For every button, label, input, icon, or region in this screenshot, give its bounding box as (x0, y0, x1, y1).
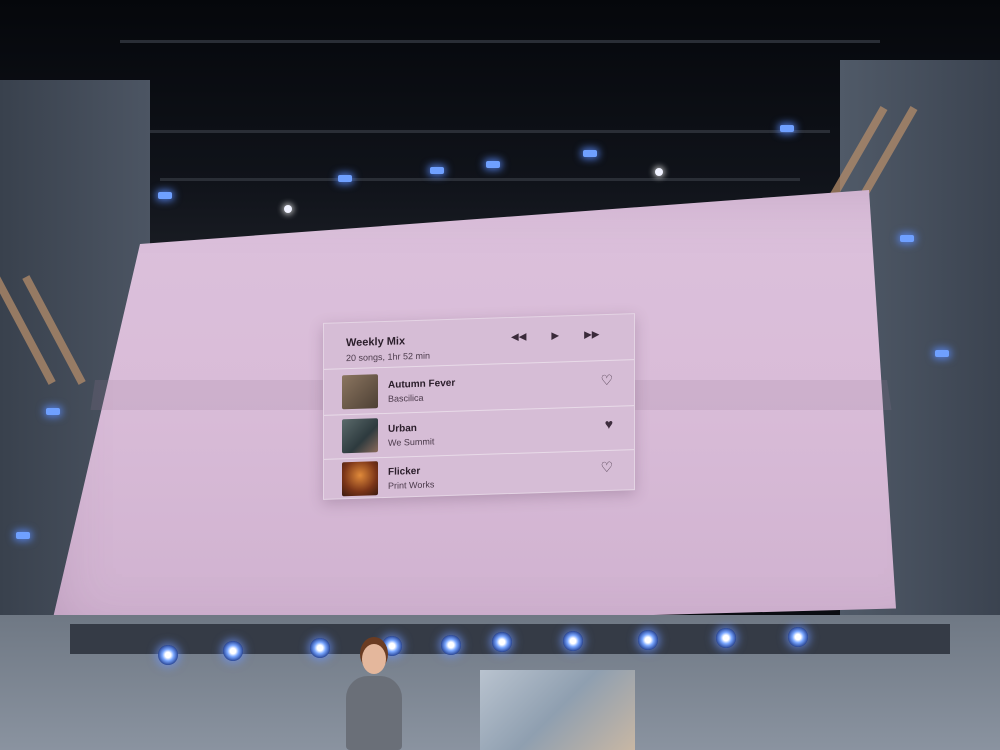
stage-light (492, 632, 512, 652)
stage-light (780, 125, 794, 132)
lighting-truss (120, 40, 880, 43)
song-row[interactable]: Urban We Summit ♥ (342, 411, 617, 454)
song-artist: Bascilica (388, 392, 424, 404)
stage-light (583, 150, 597, 157)
media-player-card: Weekly Mix 20 songs, 1hr 52 min ◀◀ ▶ ▶▶ … (323, 313, 635, 500)
heart-outline-icon[interactable]: ♡ (600, 459, 613, 476)
album-art (342, 461, 378, 497)
stage-light (655, 168, 663, 176)
fast-forward-icon[interactable]: ▶▶ (584, 329, 599, 340)
song-artist: Print Works (388, 479, 435, 491)
song-row[interactable]: Autumn Fever Bascilica ♡ (342, 367, 617, 410)
stage-light (158, 192, 172, 199)
lighting-truss (150, 130, 830, 133)
playback-controls: ◀◀ ▶ ▶▶ (511, 329, 599, 343)
song-title: Flicker (388, 465, 421, 478)
stage-light (486, 161, 500, 168)
stage-light (158, 645, 178, 665)
heart-filled-icon[interactable]: ♥ (605, 416, 613, 432)
player-header: Weekly Mix 20 songs, 1hr 52 min (346, 335, 431, 364)
stage-light (638, 630, 658, 650)
rewind-icon[interactable]: ◀◀ (511, 332, 526, 343)
stage-light (16, 532, 30, 539)
stage-light (223, 641, 243, 661)
heart-outline-icon[interactable]: ♡ (600, 372, 613, 389)
song-artist: We Summit (388, 436, 435, 448)
stage-light (900, 235, 914, 242)
stage-artwork (480, 670, 635, 750)
presenter-head (362, 644, 386, 674)
playlist-subtitle: 20 songs, 1hr 52 min (346, 350, 431, 364)
playlist-title: Weekly Mix (346, 335, 406, 350)
stage-light (563, 631, 583, 651)
stage-light (310, 638, 330, 658)
song-title: Urban (388, 422, 417, 435)
stage-light (716, 628, 736, 648)
stage-light (338, 175, 352, 182)
album-art (342, 418, 378, 454)
song-row[interactable]: Flicker Print Works ♡ (342, 454, 617, 497)
stage-light (788, 627, 808, 647)
stage-light (430, 167, 444, 174)
presenter (346, 676, 402, 750)
wood-slat (0, 275, 56, 385)
play-icon[interactable]: ▶ (551, 330, 559, 341)
lighting-truss (160, 178, 800, 181)
album-art (342, 374, 378, 410)
song-title: Autumn Fever (388, 377, 456, 391)
stage-light (441, 635, 461, 655)
stage-light (46, 408, 60, 415)
stage-light (935, 350, 949, 357)
wood-slat (22, 275, 86, 385)
stage-light (284, 205, 292, 213)
